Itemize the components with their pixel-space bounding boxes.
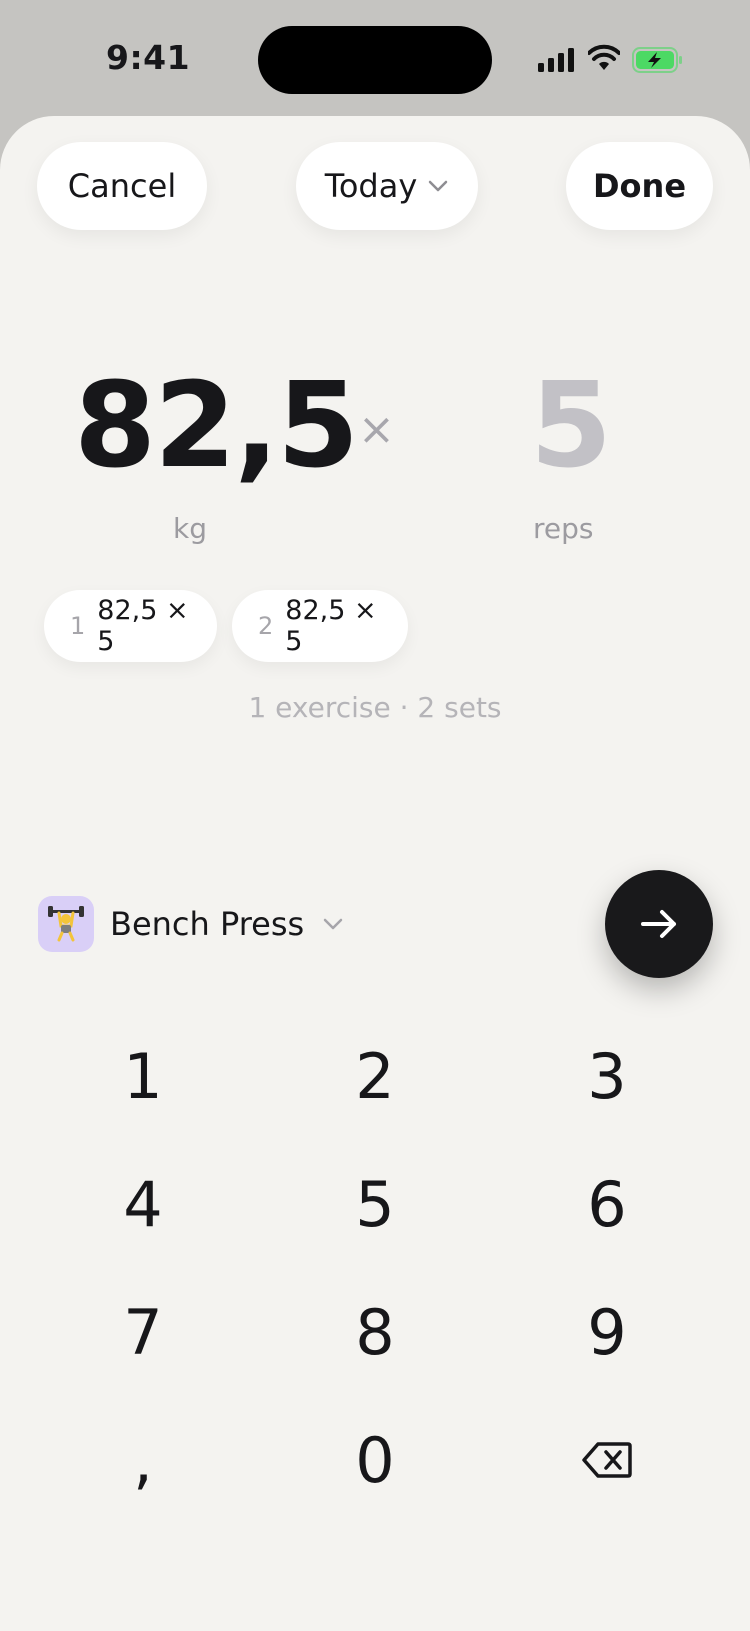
- set-chip[interactable]: 2 82,5 × 5: [232, 590, 408, 662]
- key-1[interactable]: 1: [28, 1016, 258, 1136]
- key-3[interactable]: 3: [492, 1016, 722, 1136]
- times-sign: ×: [358, 404, 395, 455]
- key-6[interactable]: 6: [492, 1144, 722, 1264]
- backspace-icon: [582, 1442, 632, 1478]
- date-selector[interactable]: Today: [296, 142, 478, 230]
- chevron-down-icon: [429, 180, 448, 192]
- reps-unit: reps: [533, 512, 594, 545]
- battery-charging-icon: [632, 47, 682, 73]
- key-2[interactable]: 2: [260, 1016, 490, 1136]
- weightlifter-icon: [38, 896, 94, 952]
- wifi-icon: [588, 44, 620, 70]
- cancel-label: Cancel: [67, 167, 177, 205]
- dynamic-island: [258, 26, 492, 94]
- set-chip[interactable]: 1 82,5 × 5: [44, 590, 217, 662]
- status-time: 9:41: [106, 38, 191, 77]
- weight-value[interactable]: 82,5: [74, 366, 359, 484]
- weight-unit: kg: [173, 512, 207, 545]
- cellular-signal-icon: [538, 48, 574, 72]
- exercise-name: Bench Press: [110, 905, 305, 943]
- key-9[interactable]: 9: [492, 1272, 722, 1392]
- arrow-right-icon: [641, 910, 676, 938]
- key-decimal[interactable]: ,: [28, 1400, 258, 1520]
- key-7[interactable]: 7: [28, 1272, 258, 1392]
- set-value: 82,5 × 5: [97, 595, 189, 657]
- chevron-down-icon: [323, 918, 343, 930]
- key-0[interactable]: 0: [260, 1400, 490, 1520]
- set-entry: 82,5 × 5: [0, 366, 750, 566]
- cancel-button[interactable]: Cancel: [37, 142, 207, 230]
- done-label: Done: [592, 167, 687, 205]
- key-4[interactable]: 4: [28, 1144, 258, 1264]
- set-number: 1: [70, 612, 86, 640]
- reps-value[interactable]: 5: [530, 366, 612, 484]
- set-number: 2: [258, 612, 274, 640]
- done-button[interactable]: Done: [566, 142, 713, 230]
- status-bar: 9:41: [0, 0, 750, 116]
- key-5[interactable]: 5: [260, 1144, 490, 1264]
- key-8[interactable]: 8: [260, 1272, 490, 1392]
- exercise-selector[interactable]: Bench Press: [38, 896, 344, 952]
- set-value: 82,5 × 5: [285, 595, 377, 657]
- next-button[interactable]: [605, 870, 713, 978]
- backspace-key[interactable]: [492, 1400, 722, 1520]
- date-label: Today: [324, 167, 418, 205]
- log-set-sheet: Cancel Today Done 82,5 × 5 kg reps 1 82,…: [0, 116, 750, 1631]
- workout-summary: 1 exercise · 2 sets: [248, 691, 502, 724]
